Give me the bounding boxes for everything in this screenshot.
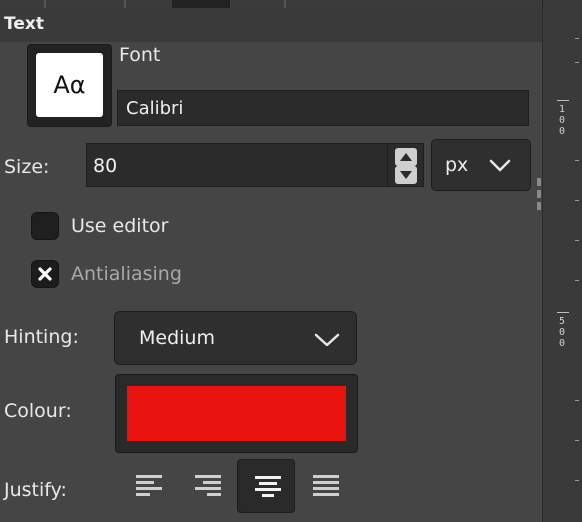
align-center-icon (255, 476, 281, 497)
justify-label: Justify: (4, 479, 67, 501)
vertical-ruler: 100 500 (542, 0, 582, 522)
antialiasing-option[interactable]: Antialiasing (31, 260, 182, 288)
use-editor-option[interactable]: Use editor (31, 212, 168, 240)
panel-title: Text (4, 14, 44, 34)
colour-label: Colour: (4, 400, 72, 422)
chevron-down-icon (489, 159, 511, 172)
unit-dropdown[interactable]: px (431, 139, 531, 191)
top-tab-strip (0, 0, 542, 8)
hinting-value: Medium (139, 327, 215, 349)
font-preview-glyph: Aα (36, 53, 103, 117)
unit-value: px (445, 154, 469, 176)
colour-swatch (127, 386, 346, 441)
colour-button[interactable] (115, 374, 358, 453)
align-left-icon (136, 475, 162, 496)
chevron-down-icon (314, 333, 340, 347)
font-name-value: Calibri (126, 98, 184, 119)
size-input[interactable]: 80 (86, 143, 388, 187)
size-value: 80 (93, 155, 118, 177)
use-editor-label: Use editor (71, 215, 169, 237)
increment-icon[interactable] (395, 148, 417, 166)
ruler-label-100: 100 (559, 104, 566, 137)
ruler-label-500: 500 (559, 316, 566, 349)
justify-fill-button[interactable] (296, 459, 354, 513)
decrement-icon[interactable] (395, 166, 417, 184)
font-name-input[interactable]: Calibri (117, 90, 529, 126)
panel-header (0, 8, 542, 42)
check-x-icon (38, 267, 52, 281)
size-spinner (388, 143, 424, 187)
align-justify-icon (313, 475, 339, 496)
size-label: Size: (4, 156, 50, 178)
justify-left-button[interactable] (119, 459, 177, 513)
font-label: Font (119, 44, 161, 66)
justify-center-button[interactable] (237, 459, 295, 513)
text-tool-options-panel: Text Aα Font Calibri Size: 80 px Use edi… (0, 0, 542, 522)
font-preview-button[interactable]: Aα (27, 44, 112, 127)
hinting-dropdown[interactable]: Medium (114, 311, 357, 365)
align-right-icon (195, 475, 221, 496)
antialiasing-label: Antialiasing (71, 263, 182, 285)
use-editor-checkbox[interactable] (31, 212, 59, 240)
hinting-label: Hinting: (4, 326, 79, 348)
justify-right-button[interactable] (178, 459, 236, 513)
antialiasing-checkbox[interactable] (31, 260, 59, 288)
